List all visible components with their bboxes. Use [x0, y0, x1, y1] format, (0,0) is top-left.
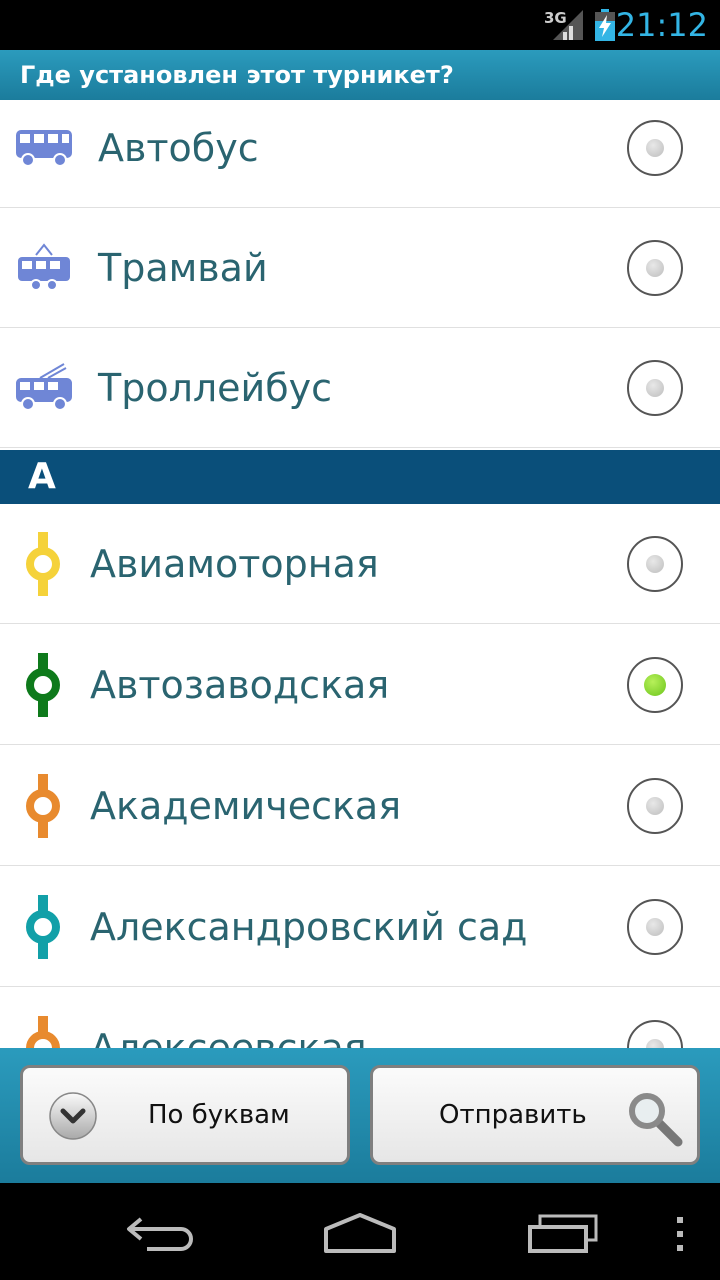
list-item-label: Трамвай — [98, 245, 268, 290]
radio-dot — [646, 259, 664, 277]
radio-button[interactable] — [627, 1020, 683, 1048]
radio-button[interactable] — [627, 778, 683, 834]
battery-charging-icon — [595, 9, 615, 41]
list-item-label: Автобус — [98, 125, 259, 170]
navigation-bar — [0, 1183, 720, 1280]
list-item-trolleybus[interactable]: Троллейбус — [0, 328, 720, 448]
by-letters-button[interactable]: По буквам — [20, 1065, 350, 1165]
submit-label: Отправить — [439, 1100, 587, 1130]
trolleybus-icon — [14, 328, 74, 447]
list-item-label: Александровский сад — [90, 904, 528, 949]
radio-dot — [644, 674, 666, 696]
metro-station-icon — [22, 988, 64, 1048]
chevron-down-icon — [49, 1092, 97, 1140]
home-icon[interactable] — [322, 1211, 398, 1255]
radio-button-selected[interactable] — [627, 657, 683, 713]
submit-button[interactable]: Отправить — [370, 1065, 700, 1165]
page-title: Где установлен этот турникет? — [20, 61, 454, 89]
overflow-menu-icon[interactable] — [674, 1217, 686, 1251]
radio-button[interactable] — [627, 120, 683, 176]
radio-button[interactable] — [627, 240, 683, 296]
list-item-label: Автозаводская — [90, 662, 390, 707]
radio-button[interactable] — [627, 360, 683, 416]
list-item-bus[interactable]: Автобус — [0, 100, 720, 208]
signal-icon — [553, 10, 583, 40]
radio-dot — [646, 918, 664, 936]
clock: 21:12 — [615, 6, 708, 44]
list-item-station[interactable]: Алексеевская — [0, 988, 720, 1048]
list-item-label: Троллейбус — [98, 365, 333, 410]
radio-button[interactable] — [627, 899, 683, 955]
status-bar: 3G 21:12 — [0, 0, 720, 50]
radio-dot — [646, 379, 664, 397]
list-item-tram[interactable]: Трамвай — [0, 208, 720, 328]
list-item-station[interactable]: Автозаводская — [0, 625, 720, 745]
list-item-label: Академическая — [90, 783, 402, 828]
radio-dot — [646, 797, 664, 815]
list-item-label: Алексеевская — [90, 1025, 367, 1049]
list-item-label: Авиамоторная — [90, 541, 379, 586]
list-item-station[interactable]: Академическая — [0, 746, 720, 866]
metro-station-icon — [22, 867, 64, 986]
metro-station-icon — [22, 746, 64, 865]
radio-dot — [646, 1039, 664, 1048]
bus-icon — [14, 100, 74, 207]
list-item-station[interactable]: Александровский сад — [0, 867, 720, 987]
choice-list[interactable]: Автобус Трамвай Троллейбус А Авиамоторна… — [0, 100, 720, 1048]
search-icon — [629, 1093, 683, 1147]
list-item-station[interactable]: Авиамоторная — [0, 504, 720, 624]
by-letters-label: По буквам — [148, 1100, 290, 1130]
section-letter: А — [28, 456, 56, 497]
tram-icon — [14, 208, 74, 327]
title-bar: Где установлен этот турникет? — [0, 50, 720, 100]
section-header: А — [0, 450, 720, 504]
bottom-action-bar: По буквам Отправить — [0, 1048, 720, 1183]
metro-station-icon — [22, 504, 64, 623]
back-icon[interactable] — [123, 1213, 197, 1253]
radio-button[interactable] — [627, 536, 683, 592]
metro-station-icon — [22, 625, 64, 744]
radio-dot — [646, 555, 664, 573]
recent-apps-icon[interactable] — [526, 1213, 600, 1255]
radio-dot — [646, 139, 664, 157]
